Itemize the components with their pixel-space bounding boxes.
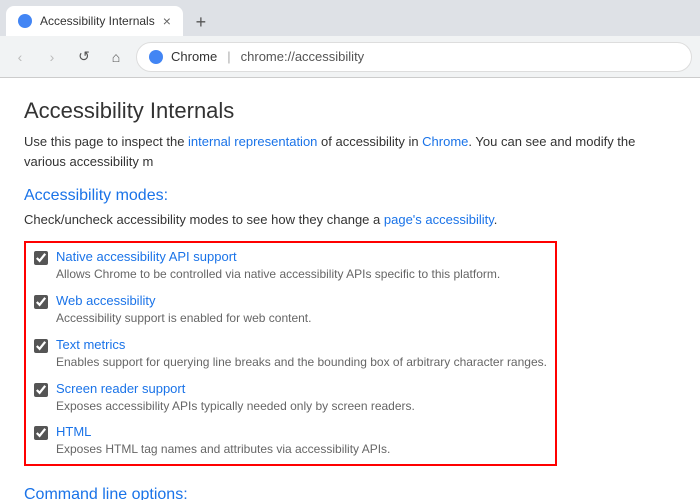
mode-item: Native accessibility API support Allows C… <box>34 249 547 283</box>
mode-item: Web accessibility Accessibility support i… <box>34 293 547 327</box>
modes-intro: Check/uncheck accessibility modes to see… <box>24 211 676 229</box>
mode-checkbox-3[interactable] <box>34 383 48 397</box>
mode-desc: Accessibility support is enabled for web… <box>56 310 311 327</box>
mode-name: Screen reader support <box>56 381 415 396</box>
mode-name: HTML <box>56 424 390 439</box>
mode-checkbox-2[interactable] <box>34 339 48 353</box>
mode-item: HTML Exposes HTML tag names and attribute… <box>34 424 547 458</box>
forward-button[interactable]: › <box>40 45 64 69</box>
url-favicon <box>149 50 163 64</box>
mode-checkbox-1[interactable] <box>34 295 48 309</box>
mode-name: Text metrics <box>56 337 547 352</box>
internal-rep-link[interactable]: internal representation <box>188 134 317 149</box>
mode-desc: Enables support for querying line breaks… <box>56 354 547 371</box>
mode-desc: Exposes HTML tag names and attributes vi… <box>56 441 390 458</box>
new-tab-button[interactable]: + <box>187 8 215 36</box>
page-description: Use this page to inspect the internal re… <box>24 132 676 171</box>
tab-title: Accessibility Internals <box>40 14 155 28</box>
url-site: Chrome <box>171 49 217 64</box>
desc-text-before: Use this page to inspect the <box>24 134 188 149</box>
mode-info: HTML Exposes HTML tag names and attribute… <box>56 424 390 458</box>
mode-checkbox-4[interactable] <box>34 426 48 440</box>
back-button[interactable]: ‹ <box>8 45 32 69</box>
mode-info: Native accessibility API support Allows C… <box>56 249 500 283</box>
url-bar[interactable]: Chrome | chrome://accessibility <box>136 42 692 72</box>
desc-text-mid1: of accessibility in <box>317 134 422 149</box>
mode-item: Screen reader support Exposes accessibili… <box>34 381 547 415</box>
mode-name: Web accessibility <box>56 293 311 308</box>
page-accessibility-link[interactable]: page's accessibility <box>384 212 494 227</box>
url-path: chrome://accessibility <box>241 49 365 64</box>
reload-button[interactable]: ↺ <box>72 45 96 69</box>
mode-name: Native accessibility API support <box>56 249 500 264</box>
url-separator: | <box>227 49 230 64</box>
mode-checkbox-0[interactable] <box>34 251 48 265</box>
accessibility-modes-list: Native accessibility API support Allows C… <box>24 241 557 466</box>
browser-frame: Accessibility Internals × + ‹ › ↺ ⌂ Chro… <box>0 0 700 500</box>
modes-section-heading: Accessibility modes: <box>24 187 676 205</box>
page-content: Accessibility Internals Use this page to… <box>0 78 700 500</box>
page-title: Accessibility Internals <box>24 98 676 124</box>
mode-info: Screen reader support Exposes accessibili… <box>56 381 415 415</box>
intro-before: Check/uncheck accessibility modes to see… <box>24 212 384 227</box>
mode-info: Web accessibility Accessibility support i… <box>56 293 311 327</box>
tab-favicon <box>18 14 32 28</box>
tab-bar: Accessibility Internals × + <box>0 0 700 36</box>
intro-after: . <box>494 212 498 227</box>
chrome-link[interactable]: Chrome <box>422 134 468 149</box>
mode-desc: Exposes accessibility APIs typically nee… <box>56 398 415 415</box>
close-tab-button[interactable]: × <box>163 14 171 28</box>
mode-desc: Allows Chrome to be controlled via nativ… <box>56 266 500 283</box>
address-bar: ‹ › ↺ ⌂ Chrome | chrome://accessibility <box>0 36 700 78</box>
active-tab[interactable]: Accessibility Internals × <box>6 6 183 36</box>
home-button[interactable]: ⌂ <box>104 45 128 69</box>
mode-info: Text metrics Enables support for querying… <box>56 337 547 371</box>
command-section-heading: Command line options: <box>24 486 676 500</box>
mode-item: Text metrics Enables support for querying… <box>34 337 547 371</box>
